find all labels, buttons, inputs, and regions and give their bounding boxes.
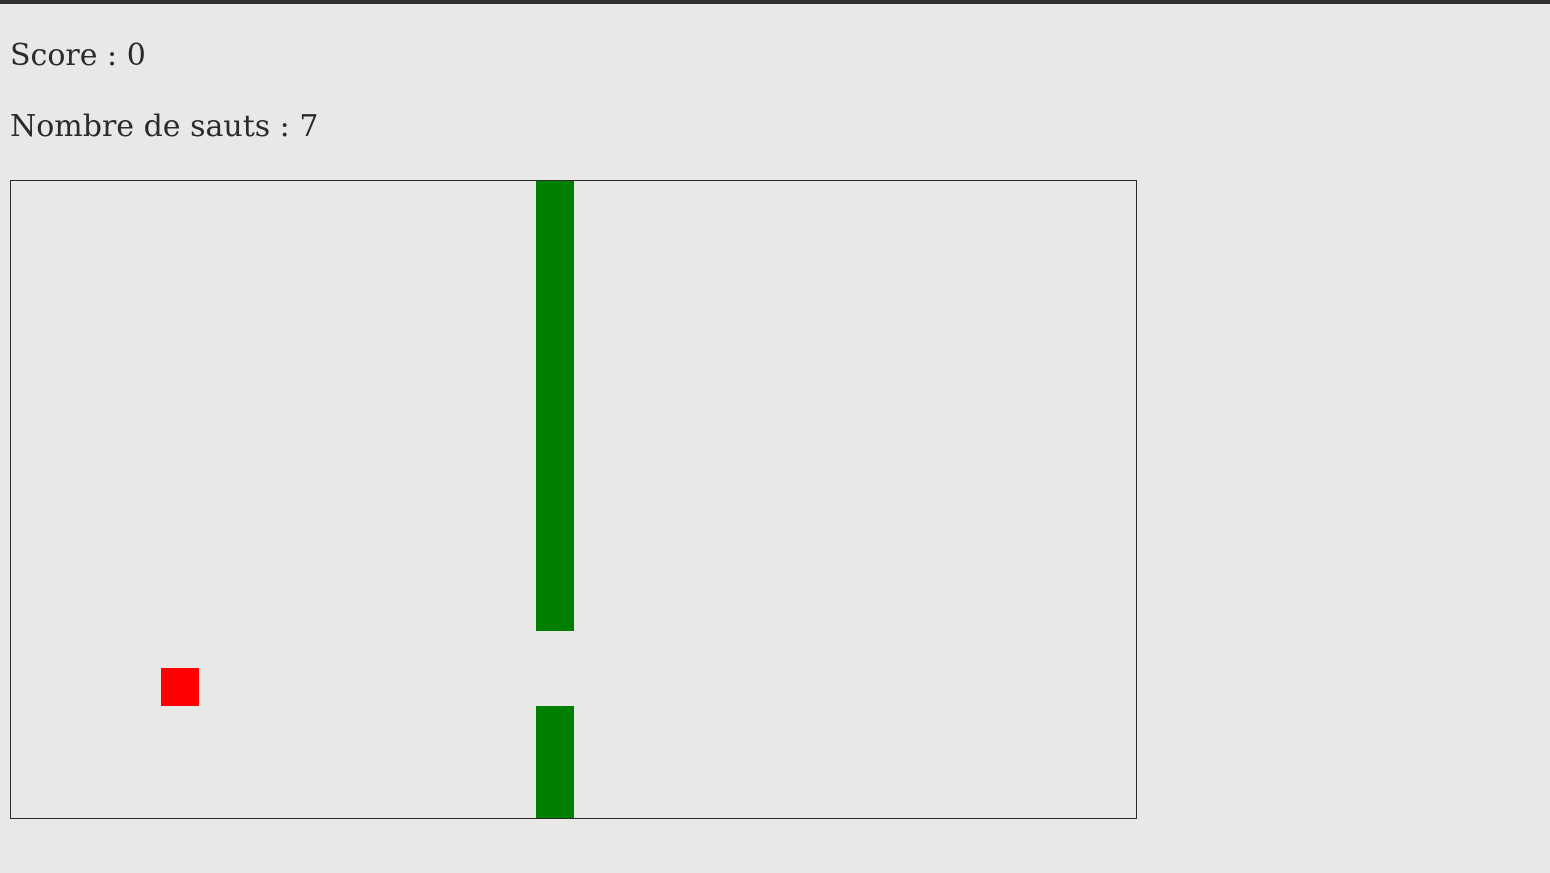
window-top-border [0, 0, 1550, 4]
player-square [161, 668, 199, 706]
game-canvas[interactable] [10, 180, 1137, 819]
jumps-counter-label: Nombre de sauts : 7 [10, 109, 319, 144]
pipe-top [536, 181, 574, 631]
score-label: Score : 0 [10, 38, 146, 73]
pipe-bottom [536, 706, 574, 818]
